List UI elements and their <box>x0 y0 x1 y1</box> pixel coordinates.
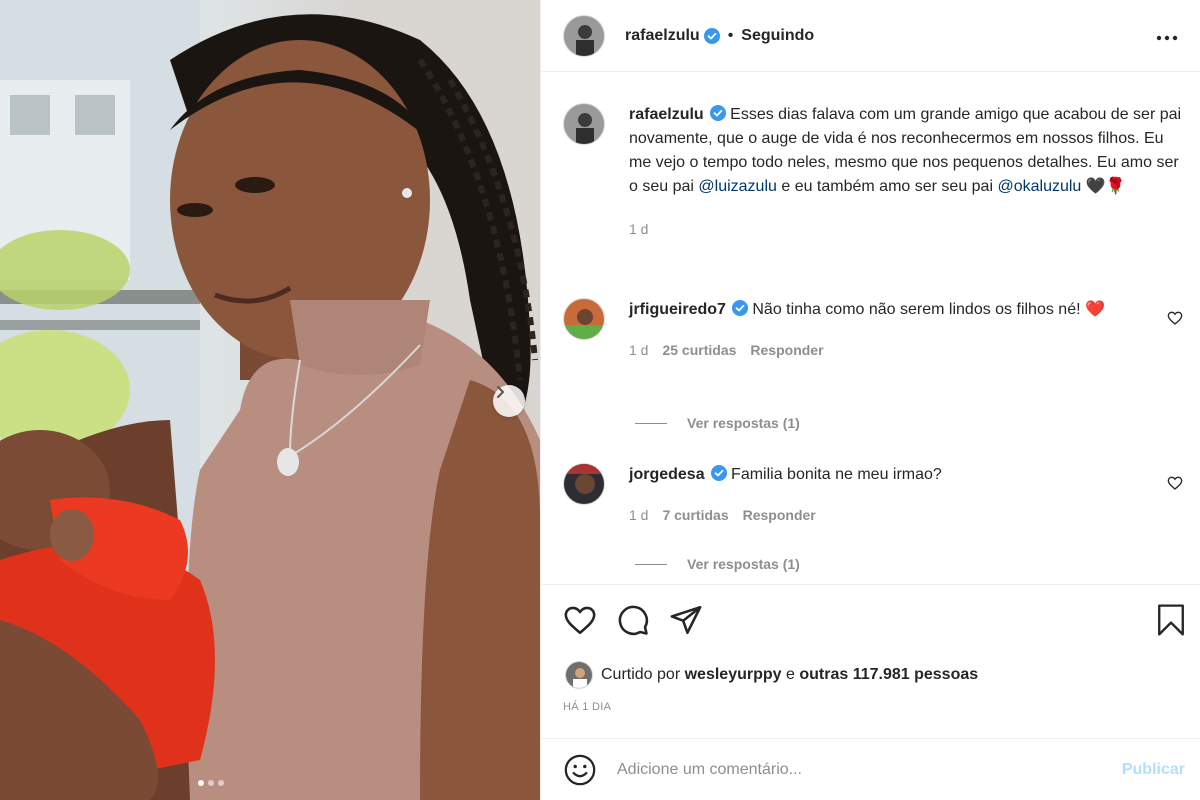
avatar[interactable] <box>563 14 605 57</box>
following-button[interactable]: Seguindo <box>741 27 814 45</box>
comment-time[interactable]: 1 d <box>629 503 648 527</box>
bookmark-save-icon[interactable] <box>1155 603 1187 637</box>
avatar[interactable] <box>563 298 605 340</box>
avatar[interactable] <box>563 103 605 145</box>
chevron-right-icon <box>497 386 504 398</box>
likes-user-link[interactable]: wesleyurppy <box>685 666 782 684</box>
emoji-smiley-icon[interactable] <box>563 753 597 787</box>
red-heart-emoji: ❤️ <box>1085 301 1105 318</box>
like-comment-heart-icon[interactable] <box>1167 310 1183 326</box>
mention-link[interactable]: @okaluzulu <box>997 178 1081 195</box>
caption-time[interactable]: 1 d <box>629 217 648 241</box>
comment-time[interactable]: 1 d <box>629 338 648 362</box>
reply-button[interactable]: Responder <box>743 503 816 527</box>
share-send-icon[interactable] <box>669 603 703 637</box>
post-header: rafaelzulu • Seguindo <box>541 0 1200 72</box>
verified-badge-icon <box>709 105 726 121</box>
comment-likes[interactable]: 25 curtidas <box>662 338 736 362</box>
mention-link[interactable]: @luizazulu <box>698 178 777 195</box>
replies-divider <box>635 422 667 424</box>
publish-comment-button[interactable]: Publicar <box>1122 761 1185 779</box>
carousel-dot <box>198 780 204 786</box>
carousel-dot <box>208 780 214 786</box>
separator-dot: • <box>727 26 734 44</box>
like-heart-icon[interactable] <box>563 603 597 637</box>
carousel-next-button[interactable] <box>493 385 525 417</box>
view-replies-label[interactable]: Ver respostas (1) <box>687 556 800 572</box>
add-comment-bar: Publicar <box>541 738 1200 800</box>
caption-username[interactable]: rafaelzulu <box>629 106 704 123</box>
comment-item: jorgedesa Familia bonita ne meu irmao? 1… <box>563 463 1183 527</box>
carousel-dot <box>218 780 224 786</box>
view-replies-button[interactable]: Ver respostas (1) <box>635 415 800 431</box>
likes-others-link[interactable]: outras 117.981 pessoas <box>799 666 978 684</box>
comment-text: jorgedesa Familia bonita ne meu irmao? 1… <box>629 463 1159 527</box>
comment-item: jrfigueiredo7 Não tinha como não serem l… <box>563 298 1183 362</box>
post-timestamp[interactable]: HÁ 1 DIA <box>563 701 611 713</box>
photo-illustration <box>0 0 540 800</box>
reply-button[interactable]: Responder <box>750 338 823 362</box>
likes-summary: Curtido por wesleyurppy e outras 117.981… <box>565 661 978 689</box>
caption-text: rafaelzulu Esses dias falava com um gran… <box>629 103 1183 241</box>
comment-username[interactable]: jrfigueiredo7 <box>629 301 726 318</box>
more-options-icon[interactable] <box>1156 24 1178 47</box>
likes-prefix: Curtido por <box>601 666 681 683</box>
view-replies-button[interactable]: Ver respostas (1) <box>635 556 800 572</box>
comment-likes[interactable]: 7 curtidas <box>662 503 728 527</box>
view-replies-label[interactable]: Ver respostas (1) <box>687 415 800 431</box>
replies-divider <box>635 563 667 565</box>
verified-badge-icon <box>731 300 748 316</box>
verified-badge-icon <box>710 465 727 481</box>
comment-body: Familia bonita ne meu irmao? <box>731 466 942 483</box>
comment-input[interactable] <box>617 760 1122 779</box>
comment-text: jrfigueiredo7 Não tinha como não serem l… <box>629 298 1159 362</box>
comment-bubble-icon[interactable] <box>616 603 650 637</box>
post-photo <box>0 0 540 800</box>
caption-emojis: 🖤🌹 <box>1085 178 1126 195</box>
carousel-indicator <box>198 780 224 786</box>
likes-connector: e <box>786 666 795 683</box>
comment-username[interactable]: jorgedesa <box>629 466 705 483</box>
post-actions: Curtido por wesleyurppy e outras 117.981… <box>541 584 1200 738</box>
comment-body: Não tinha como não serem lindos os filho… <box>752 301 1081 318</box>
comments-section[interactable]: rafaelzulu Esses dias falava com um gran… <box>541 73 1200 583</box>
caption: rafaelzulu Esses dias falava com um gran… <box>563 103 1183 241</box>
avatar[interactable] <box>565 661 593 689</box>
caption-body-2: e eu também amo ser seu pai <box>781 178 994 195</box>
post-details-panel: rafaelzulu • Seguindo rafaelzulu Esses d… <box>540 0 1200 800</box>
verified-badge-icon <box>703 27 720 44</box>
like-comment-heart-icon[interactable] <box>1167 475 1183 491</box>
avatar[interactable] <box>563 463 605 505</box>
header-username[interactable]: rafaelzulu <box>625 27 700 45</box>
